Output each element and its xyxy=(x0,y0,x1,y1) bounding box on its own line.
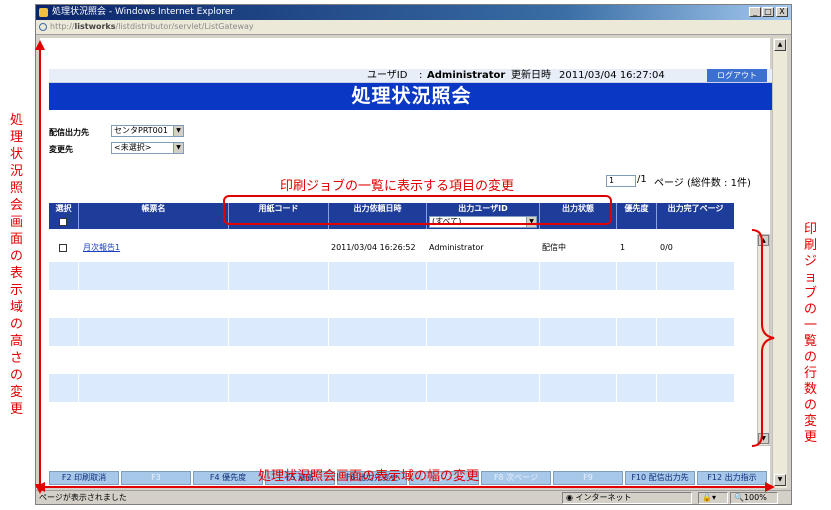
columns-highlight-box xyxy=(223,195,612,225)
priority-cell: 1 xyxy=(617,234,657,262)
page-total: /1 xyxy=(637,174,647,185)
requested-cell: 2011/03/04 16:26:52 xyxy=(329,234,427,262)
userid-value: Administrator xyxy=(427,70,506,81)
change-select-value: <未選択> xyxy=(114,143,152,152)
close-button[interactable]: X xyxy=(776,7,788,17)
address-path: /listdistributor/servlet/ListGateway xyxy=(115,22,254,31)
address-bar[interactable]: http://listworks/listdistributor/servlet… xyxy=(36,20,791,35)
ie-icon xyxy=(39,8,48,17)
address-host: listworks xyxy=(74,22,116,31)
scroll-down-icon[interactable]: ▼ xyxy=(774,474,786,486)
table-row xyxy=(49,346,734,374)
dest-select[interactable]: センタPRT001 ▼ xyxy=(111,125,184,137)
table-row xyxy=(49,402,734,430)
status-cell: 配信中 xyxy=(540,234,617,262)
chevron-down-icon: ▼ xyxy=(173,126,183,136)
height-note: 処理状況照会画面の表示域の高さの変更 xyxy=(10,113,24,417)
rows-note: 印刷ジョブの一覧の行数の変更 xyxy=(804,222,818,445)
height-arrow xyxy=(35,40,45,494)
userid-label: ユーザID xyxy=(367,70,408,81)
report-link[interactable]: 月次報告1 xyxy=(79,234,229,262)
page-count-info: ページ (総件数 : 1件) xyxy=(654,178,751,189)
columns-note: 印刷ジョブの一覧に表示する項目の変更 xyxy=(280,179,515,194)
chevron-down-icon: ▼ xyxy=(173,143,183,153)
table-row xyxy=(49,318,734,346)
minimize-button[interactable]: _ xyxy=(749,7,761,17)
col-pages[interactable]: 出力完了ページ xyxy=(657,203,734,215)
change-select[interactable]: <未選択> ▼ xyxy=(111,142,184,154)
updated-value: 2011/03/04 16:27:04 xyxy=(559,70,665,81)
logout-button[interactable]: ログアウト xyxy=(707,69,767,82)
page-number-input[interactable]: 1 xyxy=(606,175,636,187)
title-bar: 処理状況照会 - Windows Internet Explorer _ □ X xyxy=(36,5,791,20)
page-title: 処理状況照会 xyxy=(49,83,774,110)
address-prefix: http:// xyxy=(50,22,75,31)
maximize-button[interactable]: □ xyxy=(762,7,774,17)
pages-cell: 0/0 xyxy=(657,234,734,262)
col-priority[interactable]: 優先度 xyxy=(617,203,657,215)
width-note: 処理状況照会画面の表示域の幅の変更 xyxy=(258,469,480,484)
col-select: 選択 xyxy=(49,203,79,215)
table-row: 月次報告1 2011/03/04 16:26:52 Administrator … xyxy=(49,234,734,262)
table-row xyxy=(49,290,734,318)
user-info-bar: ユーザID : Administrator 更新日時 2011/03/04 16… xyxy=(49,69,774,83)
dest-select-value: センタPRT001 xyxy=(114,126,168,135)
rows-brace xyxy=(751,229,775,447)
table-row xyxy=(49,262,734,290)
page-viewport: ユーザID : Administrator 更新日時 2011/03/04 16… xyxy=(40,38,774,488)
scroll-up-icon[interactable]: ▲ xyxy=(774,39,786,51)
paper-cell xyxy=(229,234,329,262)
user-cell: Administrator xyxy=(427,234,540,262)
select-all-checkbox[interactable] xyxy=(59,218,67,226)
page-icon xyxy=(39,23,47,31)
browser-window: 処理状況照会 - Windows Internet Explorer _ □ X… xyxy=(35,4,792,505)
col-report[interactable]: 帳票名 xyxy=(79,203,229,215)
updated-label: 更新日時 xyxy=(511,70,551,81)
dest-label: 配信出力先 xyxy=(49,128,89,137)
table-row xyxy=(49,374,734,402)
window-title: 処理状況照会 - Windows Internet Explorer xyxy=(52,7,235,17)
row-checkbox[interactable] xyxy=(59,244,67,252)
change-label: 変更先 xyxy=(49,145,73,154)
